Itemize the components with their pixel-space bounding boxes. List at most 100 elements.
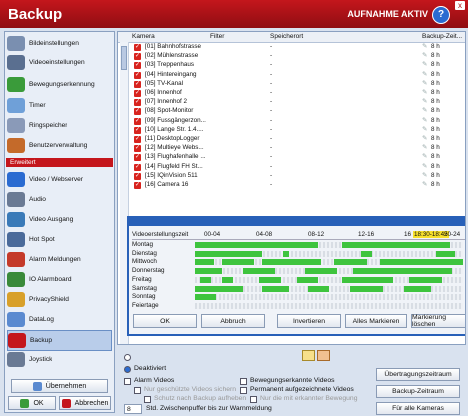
table-row[interactable]: ✓ [10] Lange Str. 1.4.... - ✎ 8 h (118, 126, 465, 135)
day-grid[interactable] (195, 276, 463, 283)
day-grid[interactable] (195, 285, 463, 292)
apply-button[interactable]: Übernehmen (11, 379, 108, 393)
remove-protection-checkbox[interactable] (144, 396, 151, 403)
table-row[interactable]: ✓ [07] Innenhof 2 - ✎ 8 h (118, 98, 465, 107)
motion-videos-checkbox[interactable] (240, 378, 247, 385)
table-row[interactable]: ✓ [03] Treppenhaus - ✎ 8 h (118, 61, 465, 70)
close-icon[interactable]: x (455, 1, 465, 10)
table-row[interactable]: ✓ [16] Camera 16 - ✎ 8 h (118, 181, 465, 190)
sidebar-item-adv-5[interactable]: IO Alarmboard (7, 270, 110, 289)
camera-checkbox[interactable]: ✓ (134, 44, 141, 51)
col-backup-zeit[interactable]: Backup-Zeit... (422, 33, 462, 40)
camera-checkbox[interactable]: ✓ (134, 108, 141, 116)
backup-edit-icon[interactable]: ✎ (422, 89, 427, 96)
day-grid[interactable] (195, 268, 463, 275)
backup-edit-icon[interactable]: ✎ (422, 172, 427, 179)
dialog-abbruch-button[interactable]: Abbruch (201, 314, 265, 328)
protected-only-checkbox[interactable] (134, 387, 141, 394)
col-filter[interactable]: Filter (210, 33, 224, 40)
table-row[interactable]: ✓ [05] TV-Kanal - ✎ 8 h (118, 80, 465, 89)
dialog-ok-button[interactable]: OK (133, 314, 197, 328)
camera-checkbox[interactable]: ✓ (134, 80, 141, 88)
invert-button[interactable]: Invertieren (277, 314, 341, 328)
camera-checkbox[interactable]: ✓ (134, 136, 141, 143)
sidebar-item-0[interactable]: Bildeinstellungen (7, 34, 110, 53)
section-erweitert[interactable]: Erweitert (6, 158, 113, 167)
table-row[interactable]: ✓ [14] Flugfeld FH St... - ✎ 8 h (118, 163, 465, 172)
sidebar-item-3[interactable]: Timer (7, 96, 110, 115)
mark-all-button[interactable]: Alles Markieren (345, 314, 407, 328)
table-row[interactable]: ✓ [06] Innenhof - ✎ 8 h (118, 89, 465, 98)
permanent-videos-checkbox[interactable] (240, 387, 247, 394)
camera-checkbox[interactable]: ✓ (134, 99, 141, 107)
network-folder-icon[interactable] (317, 350, 330, 361)
backup-edit-icon[interactable]: ✎ (422, 153, 427, 160)
radio-source[interactable] (124, 354, 131, 361)
camera-checkbox[interactable]: ✓ (134, 53, 141, 61)
clear-marks-button[interactable]: Markierung löschen (411, 314, 465, 328)
camera-checkbox[interactable]: ✓ (134, 154, 141, 162)
backup-edit-icon[interactable]: ✎ (422, 126, 427, 133)
day-grid[interactable] (195, 250, 463, 257)
table-row[interactable]: ✓ [01] Bahnhofstrasse - ✎ 8 h (118, 43, 465, 52)
table-row[interactable]: ✓ [15] IQinVision 511 - ✎ 8 h (118, 172, 465, 181)
motion-only-checkbox[interactable] (250, 396, 257, 403)
backup-edit-icon[interactable]: ✎ (422, 163, 427, 170)
help-icon[interactable]: ? (432, 6, 450, 24)
backup-edit-icon[interactable]: ✎ (422, 181, 427, 188)
table-row[interactable]: ✓ [12] Multieye Webs... - ✎ 8 h (118, 144, 465, 153)
table-row[interactable]: ✓ [02] Mühlenstrasse - ✎ 8 h (118, 52, 465, 61)
all-cameras-button[interactable]: Für alle Kameras (376, 402, 460, 415)
col-kamera[interactable]: Kamera (132, 33, 155, 40)
camera-checkbox[interactable]: ✓ (134, 90, 141, 97)
backup-edit-icon[interactable]: ✎ (422, 107, 427, 114)
sidebar-item-2[interactable]: Bewegungserkennung (7, 75, 110, 94)
backup-edit-icon[interactable]: ✎ (422, 135, 427, 142)
sidebar-item-adv-9[interactable]: Joystick (7, 350, 110, 369)
ok-button[interactable]: OK (8, 396, 56, 410)
sidebar-item-5[interactable]: Benutzerverwaltung (7, 136, 110, 155)
camera-checkbox[interactable]: ✓ (134, 172, 141, 180)
backup-edit-icon[interactable]: ✎ (422, 61, 427, 68)
backup-edit-icon[interactable]: ✎ (422, 43, 427, 50)
transfer-period-button[interactable]: Übertragungszeitraum (376, 368, 460, 381)
backup-edit-icon[interactable]: ✎ (422, 52, 427, 59)
table-row[interactable]: ✓ [04] Hintereingang - ✎ 8 h (118, 71, 465, 80)
camera-checkbox[interactable]: ✓ (134, 145, 141, 153)
sidebar-item-adv-3[interactable]: Hot Spot (7, 230, 110, 249)
camera-checkbox[interactable]: ✓ (134, 126, 141, 134)
camera-checkbox[interactable]: ✓ (134, 182, 141, 189)
sidebar-item-adv-4[interactable]: Alarm Meldungen (7, 250, 110, 269)
col-speicherort[interactable]: Speicherort (270, 33, 303, 40)
sidebar-item-adv-1[interactable]: Audio (7, 190, 110, 209)
backup-edit-icon[interactable]: ✎ (422, 71, 427, 78)
backup-edit-icon[interactable]: ✎ (422, 117, 427, 124)
camera-checkbox[interactable]: ✓ (134, 163, 141, 171)
table-row[interactable]: ✓ [08] Spot-Monitor - ✎ 8 h (118, 107, 465, 116)
backup-edit-icon[interactable]: ✎ (422, 144, 427, 151)
day-grid[interactable] (195, 259, 463, 266)
alarm-videos-checkbox[interactable] (124, 378, 131, 385)
sidebar-item-adv-6[interactable]: PrivacyShield (7, 290, 110, 309)
day-grid[interactable] (195, 294, 463, 301)
sidebar-item-adv-0[interactable]: Video / Webserver (7, 170, 110, 189)
backup-period-button[interactable]: Backup-Zeitraum (376, 385, 460, 398)
sidebar-item-1[interactable]: Videoeinstellungen (7, 53, 110, 72)
radio-deaktiviert[interactable] (124, 366, 131, 373)
backup-edit-icon[interactable]: ✎ (422, 80, 427, 87)
sidebar-item-4[interactable]: Ringspeicher (7, 116, 110, 135)
camera-checkbox[interactable]: ✓ (134, 117, 141, 125)
backup-edit-icon[interactable]: ✎ (422, 98, 427, 105)
sidebar-item-adv-8[interactable]: Backup (7, 330, 112, 351)
table-row[interactable]: ✓ [11] DesktopLogger - ✎ 8 h (118, 135, 465, 144)
cancel-button[interactable]: Abbrechen (59, 396, 111, 410)
camera-checkbox[interactable]: ✓ (134, 71, 141, 79)
table-row[interactable]: ✓ [13] Flughafenhalle ... - ✎ 8 h (118, 153, 465, 162)
folder-icon[interactable] (302, 350, 315, 361)
table-row[interactable]: ✓ [09] Fussgängerzon... - ✎ 8 h (118, 117, 465, 126)
sidebar-item-adv-7[interactable]: DataLog (7, 310, 110, 329)
buffer-hours-select[interactable]: 8 (124, 404, 142, 414)
day-grid[interactable] (195, 302, 463, 309)
sidebar-item-adv-2[interactable]: Video Ausgang (7, 210, 110, 229)
day-grid[interactable] (195, 242, 463, 248)
